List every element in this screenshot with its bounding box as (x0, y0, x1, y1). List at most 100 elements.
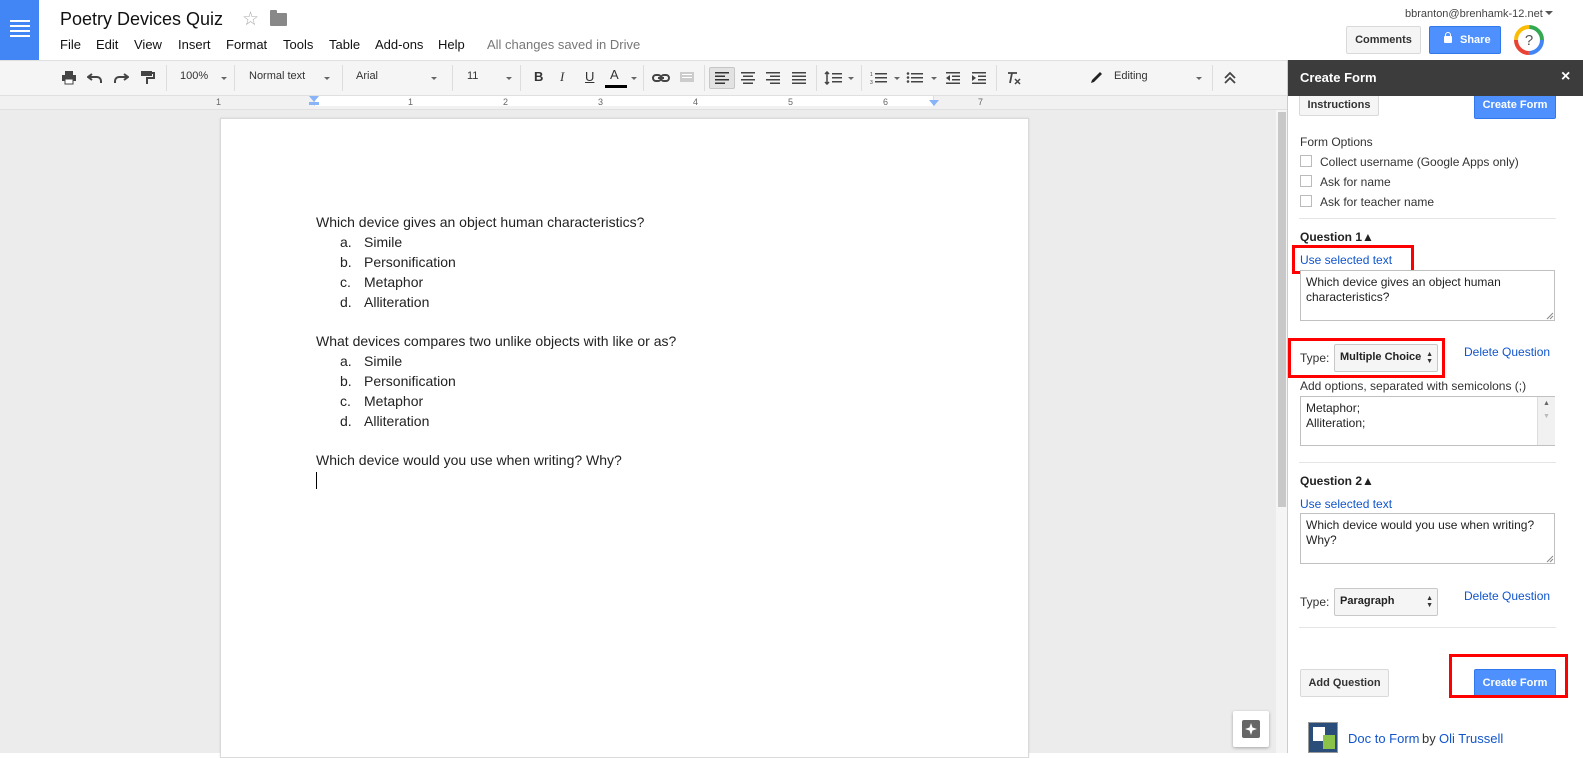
line-spacing-caret-icon[interactable] (848, 77, 854, 80)
menu-addons[interactable]: Add-ons (375, 37, 423, 52)
menu-view[interactable]: View (134, 37, 162, 52)
print-icon[interactable] (61, 71, 77, 85)
resize-handle-icon[interactable] (1546, 312, 1554, 320)
document-title[interactable]: Poetry Devices Quiz (60, 9, 223, 30)
document-scroll-thumb[interactable] (1278, 112, 1286, 507)
comments-button[interactable]: Comments (1346, 26, 1421, 54)
add-question-button[interactable]: Add Question (1300, 669, 1389, 697)
menu-edit[interactable]: Edit (96, 37, 118, 52)
option-text[interactable]: Simile (364, 234, 402, 250)
user-email[interactable]: bbranton@brenhamk-12.net (1405, 8, 1543, 20)
font-select[interactable]: Arial (356, 70, 378, 82)
align-left-button[interactable] (709, 67, 735, 89)
ask-teacher-checkbox[interactable] (1300, 195, 1312, 207)
author-link[interactable]: Oli Trussell (1439, 731, 1503, 746)
ask-name-label[interactable]: Ask for name (1320, 175, 1391, 189)
create-form-top-button[interactable]: Create Form (1474, 96, 1556, 119)
undo-icon[interactable] (87, 71, 103, 85)
scroll-up-icon[interactable]: ▲ (1538, 400, 1555, 407)
ruler-number: 1 (216, 97, 222, 107)
font-size-caret-icon[interactable] (506, 77, 512, 80)
first-line-indent-marker-icon[interactable] (309, 102, 319, 105)
question-1-heading[interactable]: Question 1▲ (1300, 230, 1374, 244)
bold-button[interactable]: B (534, 69, 543, 84)
account-dropdown-icon[interactable] (1545, 11, 1553, 15)
pencil-icon[interactable] (1089, 71, 1105, 85)
q1-text-field[interactable]: Which device gives an object human chara… (1300, 270, 1555, 321)
clear-formatting-icon[interactable] (1006, 71, 1022, 85)
font-caret-icon[interactable] (431, 77, 437, 80)
paint-format-icon[interactable] (139, 71, 155, 85)
help-icon[interactable]: ? (1513, 24, 1545, 56)
zoom-select[interactable]: 100% (180, 70, 208, 82)
option-text[interactable]: Alliteration (364, 294, 429, 310)
menu-file[interactable]: File (60, 37, 81, 52)
collapse-toolbar-icon[interactable] (1222, 71, 1238, 85)
link-icon[interactable] (652, 71, 670, 85)
menu-format[interactable]: Format (226, 37, 267, 52)
q2-type-select[interactable]: Paragraph ▲ ▼ (1334, 588, 1438, 616)
option-text[interactable]: Personification (364, 254, 456, 270)
bulleted-list-icon[interactable] (906, 71, 923, 85)
option-text[interactable]: Metaphor (364, 393, 423, 409)
option-text[interactable]: Metaphor (364, 274, 423, 290)
comment-icon[interactable] (679, 71, 695, 85)
share-button[interactable]: Share (1429, 26, 1501, 54)
menu-table[interactable]: Table (329, 37, 360, 52)
collect-username-label[interactable]: Collect username (Google Apps only) (1320, 155, 1519, 169)
q2-use-selected-text-link[interactable]: Use selected text (1300, 497, 1392, 511)
options-scrollbar[interactable]: ▲ ▼ (1537, 397, 1555, 445)
docs-home-icon[interactable] (0, 0, 39, 60)
menu-insert[interactable]: Insert (178, 37, 211, 52)
numbered-list-icon[interactable]: 13 (870, 71, 887, 85)
question-2-heading[interactable]: Question 2▲ (1300, 474, 1374, 488)
option-text[interactable]: Simile (364, 353, 402, 369)
redo-icon[interactable] (113, 71, 129, 85)
form-options-heading: Form Options (1300, 135, 1373, 149)
ask-name-checkbox[interactable] (1300, 175, 1312, 187)
option-text[interactable]: Personification (364, 373, 456, 389)
underline-button[interactable]: U (585, 69, 594, 84)
align-right-icon[interactable] (765, 71, 781, 85)
q2-text-field[interactable]: Which device would you use when writing?… (1300, 513, 1555, 564)
right-indent-marker-icon[interactable] (929, 100, 939, 106)
text-color-button[interactable]: A (610, 67, 619, 82)
line-spacing-icon[interactable] (824, 71, 842, 85)
editing-mode-caret-icon[interactable] (1196, 77, 1202, 80)
collect-username-checkbox[interactable] (1300, 155, 1312, 167)
instructions-button[interactable]: Instructions (1299, 96, 1379, 116)
question-text[interactable]: Which device gives an object human chara… (316, 214, 644, 230)
folder-icon[interactable] (270, 10, 287, 26)
option-text[interactable]: Alliteration (364, 413, 429, 429)
q1-delete-question-link[interactable]: Delete Question (1464, 345, 1550, 359)
menu-help[interactable]: Help (438, 37, 465, 52)
highlight-box (1449, 654, 1568, 698)
q1-options-field[interactable]: Metaphor; Alliteration; (1300, 396, 1555, 446)
question-text[interactable]: What devices compares two unlike objects… (316, 333, 676, 349)
decrease-indent-icon[interactable] (945, 71, 961, 85)
style-caret-icon[interactable] (324, 77, 330, 80)
style-select[interactable]: Normal text (249, 70, 305, 82)
text-color-swatch (605, 85, 627, 88)
ask-teacher-label[interactable]: Ask for teacher name (1320, 195, 1434, 209)
increase-indent-icon[interactable] (971, 71, 987, 85)
scroll-down-icon[interactable]: ▼ (1538, 413, 1555, 420)
save-status[interactable]: All changes saved in Drive (487, 37, 640, 52)
zoom-caret-icon[interactable] (221, 77, 227, 80)
question-text[interactable]: Which device would you use when writing?… (316, 452, 622, 468)
explore-icon[interactable] (1233, 711, 1269, 747)
menu-tools[interactable]: Tools (283, 37, 313, 52)
close-icon[interactable]: × (1561, 68, 1570, 86)
align-center-icon[interactable] (740, 71, 756, 85)
numbered-list-caret-icon[interactable] (894, 77, 900, 80)
italic-button[interactable]: I (560, 69, 564, 85)
justify-icon[interactable] (791, 71, 807, 85)
editing-mode-select[interactable]: Editing (1114, 70, 1148, 82)
text-color-caret-icon[interactable] (631, 77, 637, 80)
star-icon[interactable]: ☆ (242, 10, 259, 29)
q2-delete-question-link[interactable]: Delete Question (1464, 589, 1550, 603)
font-size-select[interactable]: 11 (467, 70, 478, 82)
resize-handle-icon[interactable] (1546, 555, 1554, 563)
doc-to-form-link[interactable]: Doc to Form (1348, 731, 1420, 746)
bulleted-list-caret-icon[interactable] (931, 77, 937, 80)
